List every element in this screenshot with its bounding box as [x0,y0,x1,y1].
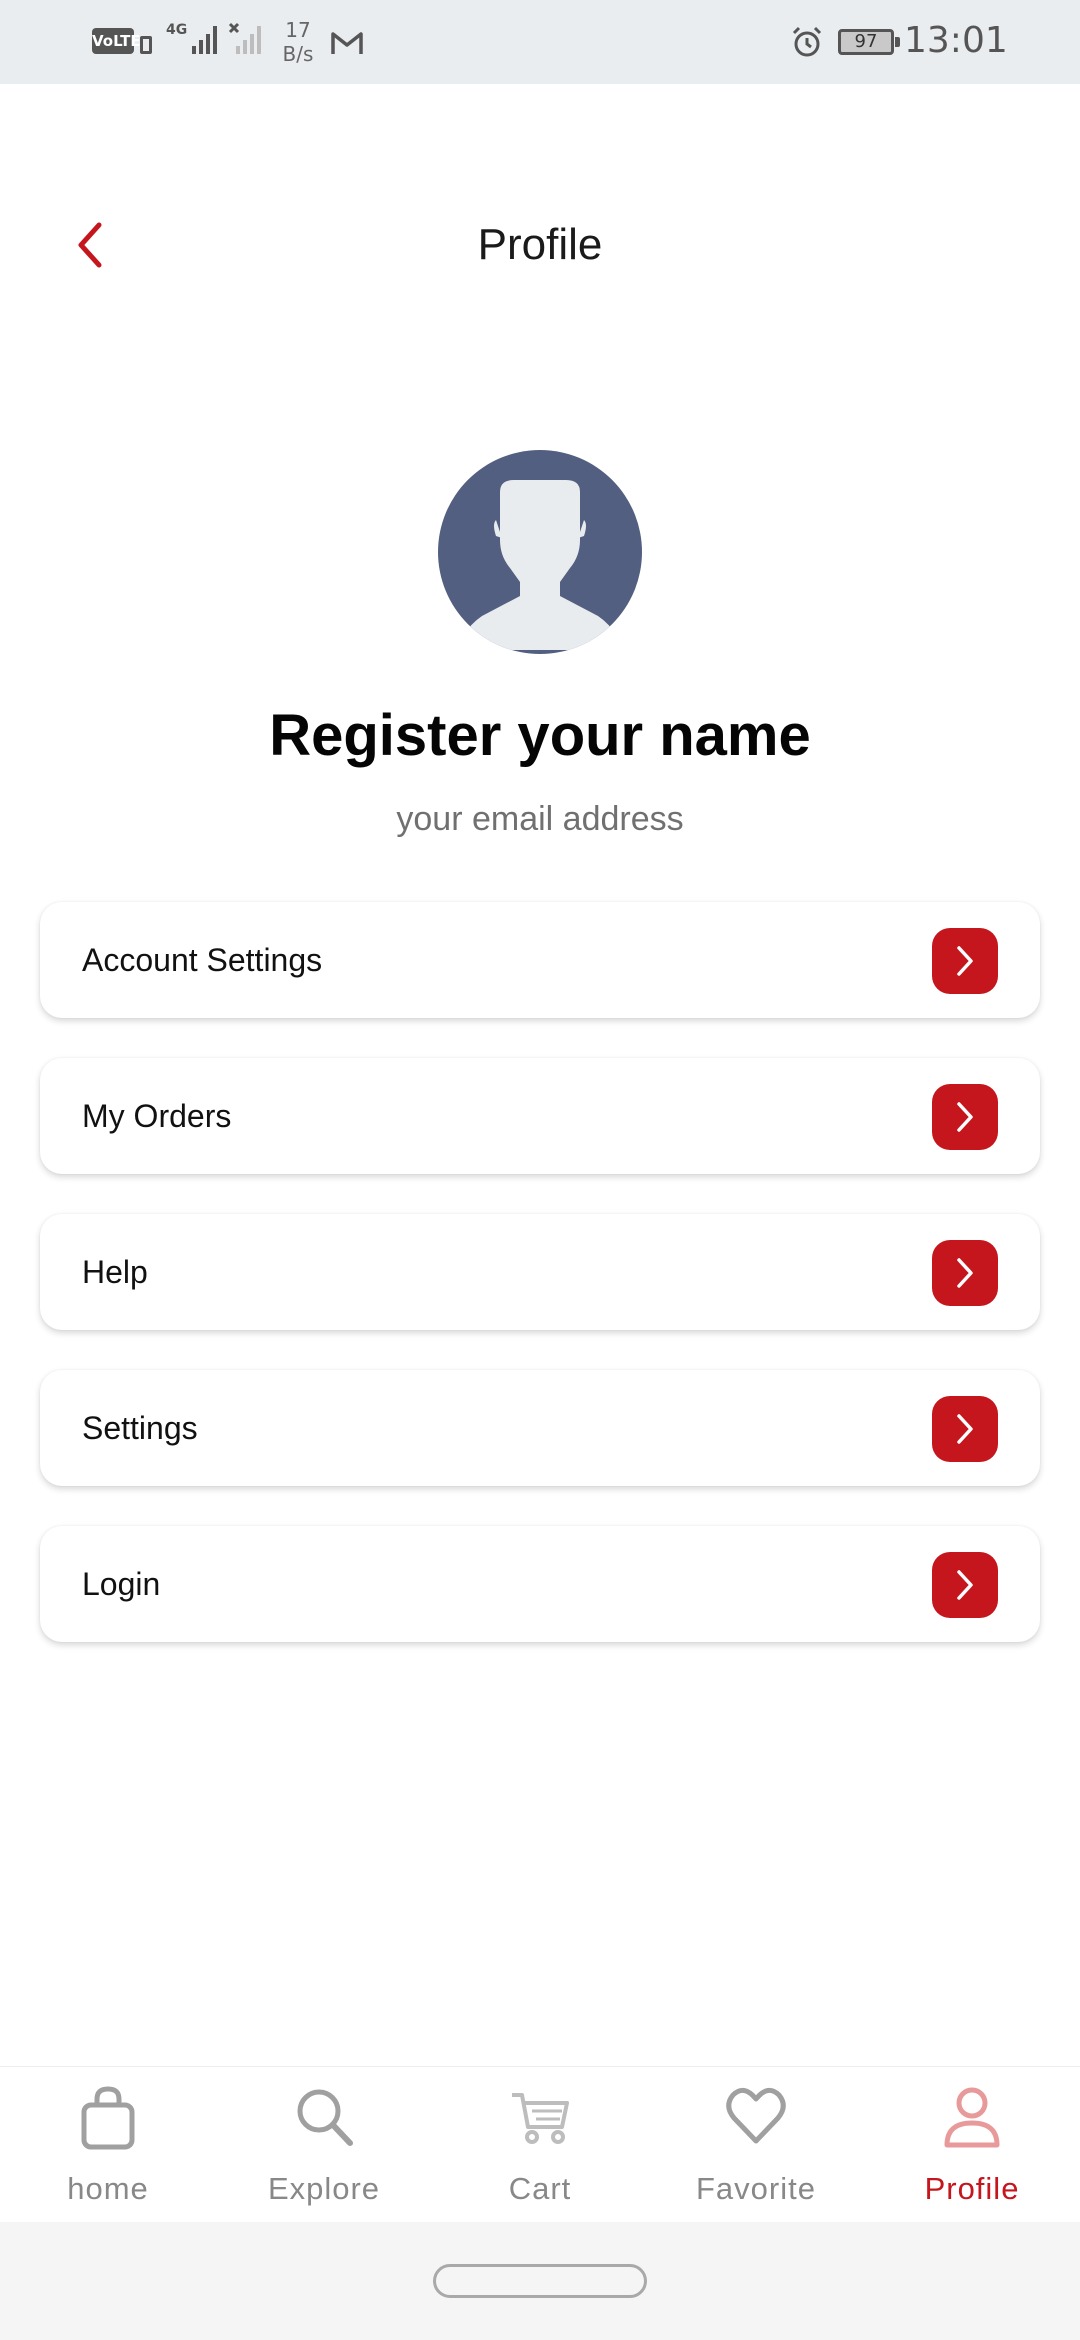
nav-label: Cart [508,2171,572,2206]
nav-item-profile[interactable]: Profile [864,2067,1080,2223]
signal-icon [192,26,217,54]
menu-item-label: Settings [82,1410,198,1446]
home-gesture-handle[interactable] [433,2264,647,2298]
cart-icon [512,2093,569,2144]
chevron-right-icon [957,1414,973,1444]
sim-icon [140,36,152,54]
nav-item-favorite[interactable]: Favorite [648,2067,864,2223]
battery-icon: 97 [838,29,900,55]
default-avatar-icon [458,480,622,650]
menu-item-label: Help [82,1254,148,1290]
menu-item-label: Account Settings [82,942,323,978]
chevron-right-icon [957,946,973,976]
person-icon [944,2087,1000,2148]
system-gesture-area [0,2222,1080,2340]
chevron-right-icon [957,1258,973,1288]
nav-label: Favorite [696,2171,816,2206]
profile-menu: Account Settings My Orders Help Settings… [40,902,1040,1682]
menu-arrow-button[interactable] [932,1084,998,1150]
avatar[interactable] [438,450,642,654]
menu-arrow-button[interactable] [932,1552,998,1618]
menu-item-help[interactable]: Help [40,1214,1040,1330]
volte-indicator: VoLTE [92,28,141,54]
shopping-bag-icon [81,2086,135,2150]
network-speed: 17 B/s [282,18,314,66]
nav-label: Explore [267,2171,381,2206]
nav-item-cart[interactable]: Cart [432,2067,648,2223]
gmail-icon [331,32,363,54]
page-title: Profile [477,220,603,269]
menu-item-label: My Orders [82,1098,232,1134]
profile-name[interactable]: Register your name [0,702,1080,769]
chevron-right-icon [957,1102,973,1132]
profile-email: your email address [396,800,684,838]
alarm-icon [792,26,822,57]
signal-secondary-icon [228,22,261,54]
menu-item-login[interactable]: Login [40,1526,1040,1642]
nav-item-home[interactable]: home [0,2067,216,2223]
menu-item-account-settings[interactable]: Account Settings [40,902,1040,1018]
menu-arrow-button[interactable] [932,1396,998,1462]
menu-item-settings[interactable]: Settings [40,1370,1040,1486]
menu-item-my-orders[interactable]: My Orders [40,1058,1040,1174]
search-icon [297,2089,353,2146]
menu-arrow-button[interactable] [932,1240,998,1306]
chevron-right-icon [957,1570,973,1600]
nav-label: Profile [924,2171,1020,2206]
menu-item-label: Login [82,1566,161,1602]
clock: 13:01 [904,20,1008,61]
status-bar: VoLTE 4G 17 B/s 97 13:01 [0,0,1080,84]
bottom-nav: home Explore Cart Favorite Profile [0,2066,1080,2222]
menu-arrow-button[interactable] [932,928,998,994]
nav-label: home [67,2171,149,2206]
heart-icon [726,2087,786,2144]
nav-item-explore[interactable]: Explore [216,2067,432,2223]
